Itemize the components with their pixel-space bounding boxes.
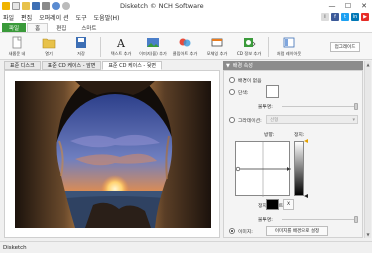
option-image: 이미지: xyxy=(238,230,253,235)
ribbon-tabs: 파일 홈 편집 스마트 xyxy=(0,22,372,32)
direction-crosshair xyxy=(235,142,291,197)
upgrade-button[interactable]: 업그레이드 xyxy=(330,42,360,52)
menu-operation[interactable]: 오퍼레이 션 xyxy=(39,13,69,22)
background-image[interactable] xyxy=(15,81,211,228)
set-image-background-button[interactable]: 이미지를 배경으로 설정 xyxy=(266,226,328,236)
twitter-icon[interactable]: t xyxy=(341,13,349,21)
window-controls: — ☐ ✕ xyxy=(324,0,372,12)
gradient-stops-bar[interactable] xyxy=(294,141,304,196)
cd-info-icon xyxy=(244,38,256,47)
image-icon xyxy=(147,38,159,47)
design-canvas[interactable] xyxy=(4,70,220,238)
tab-standard-disc[interactable]: 표준 디스크 xyxy=(4,61,41,70)
social-links: i f t in ▶ xyxy=(321,13,369,21)
save-disk-icon xyxy=(76,37,86,48)
tab-edit[interactable]: 편집 xyxy=(49,23,73,32)
shape-icon xyxy=(211,38,223,47)
panel-header[interactable]: ▼ 배경 속성 xyxy=(223,61,363,70)
tab-home[interactable]: 홈 xyxy=(27,23,49,32)
new-button[interactable]: 새롭운 네 xyxy=(2,35,32,60)
maximize-button[interactable]: ☐ xyxy=(340,0,356,12)
gradient-direction-box[interactable] xyxy=(235,141,291,197)
scroll-down-arrow-icon[interactable]: ▼ xyxy=(365,231,371,238)
info-icon[interactable]: i xyxy=(321,13,329,21)
tab-cd-case-front[interactable]: 표준 CD 케이스 - 앞면 xyxy=(41,61,102,70)
stop-label: 정지: xyxy=(294,133,305,138)
cave-sunset-photo xyxy=(15,81,211,228)
minimize-button[interactable]: — xyxy=(324,0,340,12)
menu-file[interactable]: 파일 xyxy=(3,13,14,22)
title-bar: Disketch © NCH Software — ☐ ✕ xyxy=(0,0,372,12)
app-logo-icon xyxy=(2,2,10,10)
menu-tools[interactable]: 도구 xyxy=(76,13,87,22)
tab-file[interactable]: 파일 xyxy=(2,23,27,32)
close-button[interactable]: ✕ xyxy=(356,0,372,12)
undo-icon[interactable] xyxy=(52,2,60,10)
save-button[interactable]: 저장 xyxy=(66,35,96,60)
add-clipart-button[interactable]: 클립아트 추가 xyxy=(170,35,200,60)
option-gradient: 그라데이션: xyxy=(238,119,262,124)
add-shape-button[interactable]: 모체잉 추가 xyxy=(202,35,232,60)
open-button[interactable]: 열기 xyxy=(34,35,64,60)
window-title: Disketch © NCH Software xyxy=(120,2,204,10)
radio-image[interactable] xyxy=(229,228,235,234)
layout-icon xyxy=(283,37,295,48)
ribbon-toolbar: 새롭운 네 열기 저장 A 텍스트 추가 이미지(을) 추가 클립아트 추가 모… xyxy=(0,32,372,60)
svg-text:A: A xyxy=(116,37,126,49)
toolbar-divider xyxy=(100,37,101,57)
radio-no-background[interactable] xyxy=(229,77,235,83)
menu-edit[interactable]: 편집 xyxy=(21,13,32,22)
add-cd-info-button[interactable]: CD 정보 추가 xyxy=(234,35,264,60)
new-icon[interactable] xyxy=(12,2,20,10)
tab-cd-case-back[interactable]: 표준 CD 케이스 - 뒷면 xyxy=(102,61,163,70)
open-icon[interactable] xyxy=(22,2,30,10)
radio-solid-color[interactable] xyxy=(229,89,235,95)
add-text-button[interactable]: A 텍스트 추가 xyxy=(106,35,136,60)
solid-color-swatch[interactable] xyxy=(266,85,279,98)
gradient-opacity-thumb[interactable] xyxy=(354,216,358,223)
save-icon[interactable] xyxy=(32,2,40,10)
quick-access-toolbar xyxy=(0,2,70,10)
delete-stop-button[interactable]: X xyxy=(283,199,294,210)
document-tabs: 표준 디스크 표준 CD 케이스 - 앞면 표준 CD 케이스 - 뒷면 xyxy=(4,61,163,70)
gradient-opacity-slider[interactable] xyxy=(282,219,356,220)
text-icon: A xyxy=(116,37,126,49)
gradient-stop-markers[interactable] xyxy=(304,139,309,199)
opacity2-label: 불투명: xyxy=(258,218,273,223)
opacity-label: 불투명: xyxy=(258,105,273,110)
status-text: Disketch xyxy=(3,244,27,251)
facebook-icon[interactable]: f xyxy=(331,13,339,21)
toolbar-divider xyxy=(268,37,269,57)
new-icon xyxy=(12,36,22,49)
option-solid-color: 단색: xyxy=(238,91,249,96)
print-icon[interactable] xyxy=(42,2,50,10)
menu-help[interactable]: 도움말(H) xyxy=(94,13,120,22)
status-bar: Disketch xyxy=(0,241,372,253)
linkedin-icon[interactable]: in xyxy=(351,13,359,21)
background-properties-panel: 배경이 없음 단색: 불투명: 그라데이션: 선형 방향: 정지: 정지 유 인… xyxy=(223,70,363,238)
open-folder-icon xyxy=(42,38,56,49)
clipart-icon xyxy=(179,38,191,47)
layout-button[interactable]: 처럼 레이아웃 xyxy=(274,35,304,60)
youtube-icon[interactable]: ▶ xyxy=(361,13,369,21)
add-image-button[interactable]: 이미지(을) 추가 xyxy=(138,35,168,60)
option-no-background: 배경이 없음 xyxy=(238,79,262,84)
tab-smart[interactable]: 스마트 xyxy=(74,23,103,32)
opacity-slider-thumb[interactable] xyxy=(354,103,358,110)
radio-gradient[interactable] xyxy=(229,117,235,123)
stop-color-swatch[interactable] xyxy=(266,199,279,210)
menu-bar: 파일 편집 오퍼레이 션 도구 도움말(H) xyxy=(0,12,372,22)
panel-scrollbar[interactable]: ▲ ▼ xyxy=(364,61,371,238)
opacity-slider[interactable] xyxy=(282,106,356,107)
panel-title: 배경 속성 xyxy=(232,63,253,69)
gradient-type-select[interactable]: 선형 xyxy=(266,115,358,124)
collapse-chevron-icon[interactable]: ▼ xyxy=(226,63,230,69)
direction-label: 방향: xyxy=(264,133,275,138)
redo-icon[interactable] xyxy=(62,2,70,10)
scroll-up-arrow-icon[interactable]: ▲ xyxy=(365,61,371,68)
